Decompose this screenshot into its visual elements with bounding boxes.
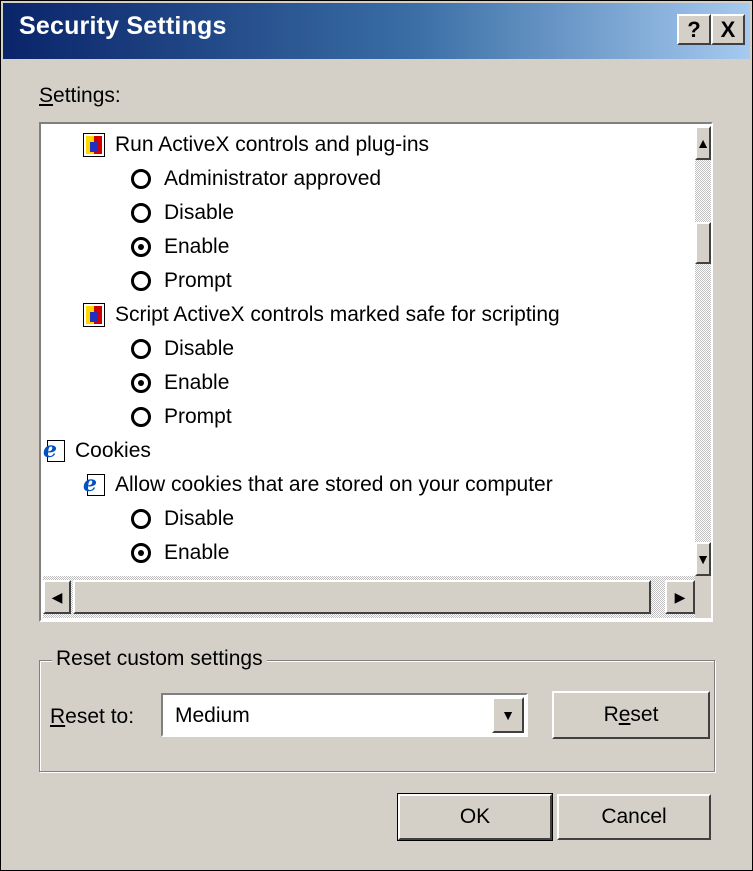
radio-option[interactable]: Disable xyxy=(131,196,234,230)
settings-tree-viewport: Run ActiveX controls and plug-ins Adminis… xyxy=(43,126,695,576)
horizontal-scrollbar[interactable]: ◀ ▶ xyxy=(43,576,695,618)
arrow-right-icon: ▶ xyxy=(674,588,686,605)
settings-label-rest: ettings: xyxy=(53,84,121,107)
radio-checked-icon[interactable] xyxy=(131,237,151,257)
scroll-down-button[interactable]: ▼ xyxy=(695,542,711,576)
radio-unchecked-icon[interactable] xyxy=(131,203,151,223)
settings-tree[interactable]: Run ActiveX controls and plug-ins Adminis… xyxy=(39,122,713,622)
radio-option[interactable]: Enable xyxy=(131,536,229,570)
tree-item-label: Disable xyxy=(164,201,235,224)
arrow-left-icon: ◀ xyxy=(51,588,63,605)
title-bar[interactable]: Security Settings ? X xyxy=(3,3,750,59)
ok-button[interactable]: OK xyxy=(397,793,553,841)
radio-option[interactable]: Administrator approved xyxy=(131,162,381,196)
radio-option[interactable]: Enable xyxy=(131,366,229,400)
reset-button-first: R xyxy=(603,703,619,726)
radio-unchecked-icon[interactable] xyxy=(131,339,151,359)
tree-item-label: Prompt xyxy=(164,405,232,428)
reset-to-label-accel: R xyxy=(50,705,66,728)
activex-cube-icon xyxy=(83,133,105,157)
scroll-up-button[interactable]: ▲ xyxy=(695,126,711,160)
reset-button[interactable]: Reset xyxy=(552,691,710,739)
tree-item-label: Prompt xyxy=(164,269,232,292)
ie-logo-glyph: e xyxy=(43,437,57,463)
activex-cube-icon xyxy=(83,303,105,327)
vertical-scrollbar[interactable]: ▲ ▼ xyxy=(695,126,711,576)
radio-unchecked-icon[interactable] xyxy=(131,271,151,291)
dropdown-arrow-button[interactable]: ▼ xyxy=(492,697,524,733)
scrollbar-corner xyxy=(695,576,711,618)
scroll-left-button[interactable]: ◀ xyxy=(43,580,71,614)
arrow-down-icon: ▼ xyxy=(696,551,710,567)
close-icon: X xyxy=(720,17,736,42)
tree-item-label: Cookies xyxy=(75,439,151,462)
cancel-button[interactable]: Cancel xyxy=(557,794,711,840)
ie-logo-glyph: e xyxy=(83,471,97,497)
window-title: Security Settings xyxy=(19,12,227,40)
tree-item-label: Enable xyxy=(164,235,230,258)
tree-item-label: Run ActiveX controls and plug-ins xyxy=(115,133,430,156)
vertical-scroll-thumb[interactable] xyxy=(695,222,711,264)
tree-item-label: Disable xyxy=(164,337,235,360)
reset-button-accel: e xyxy=(618,703,631,726)
radio-option[interactable]: Enable xyxy=(131,230,229,264)
arrow-up-icon: ▲ xyxy=(696,135,710,151)
reset-group-title: Reset custom settings xyxy=(52,647,267,671)
tree-item-label: Enable xyxy=(164,371,230,394)
tree-category: e Allow cookies that are stored on your c… xyxy=(83,468,553,502)
reset-to-value: Medium xyxy=(175,704,250,727)
radio-option[interactable]: Disable xyxy=(131,332,234,366)
radio-checked-icon[interactable] xyxy=(131,373,151,393)
ie-page-icon: e xyxy=(43,438,67,464)
reset-to-label: Reset to: xyxy=(50,705,134,729)
tree-item-label: Enable xyxy=(164,541,230,564)
settings-label-accel: S xyxy=(39,84,54,107)
cube-face xyxy=(90,312,98,322)
tree-section: e Cookies xyxy=(43,434,151,468)
help-icon: ? xyxy=(687,17,701,42)
tree-category: Run ActiveX controls and plug-ins xyxy=(83,128,429,162)
tree-category: Script ActiveX controls marked safe for … xyxy=(83,298,560,332)
ie-page-icon: e xyxy=(83,472,107,498)
reset-to-dropdown[interactable]: Medium ▼ xyxy=(161,693,528,737)
radio-unchecked-icon[interactable] xyxy=(131,169,151,189)
radio-option[interactable]: Prompt xyxy=(131,264,232,298)
tree-item-label: Disable xyxy=(164,507,235,530)
radio-unchecked-icon[interactable] xyxy=(131,407,151,427)
close-button[interactable]: X xyxy=(711,14,745,45)
settings-label: Settings: xyxy=(39,84,121,108)
radio-checked-icon[interactable] xyxy=(131,543,151,563)
reset-button-rest: set xyxy=(630,703,659,726)
tree-item-label: Allow cookies that are stored on your co… xyxy=(115,473,553,496)
radio-unchecked-icon[interactable] xyxy=(131,509,151,529)
radio-option[interactable]: Disable xyxy=(131,502,234,536)
chevron-down-icon: ▼ xyxy=(501,707,515,723)
cube-face xyxy=(90,142,98,152)
tree-item-label: Administrator approved xyxy=(164,167,382,190)
horizontal-scroll-thumb[interactable] xyxy=(73,580,651,614)
tree-item-label: Script ActiveX controls marked safe for … xyxy=(115,303,560,326)
security-settings-dialog: Security Settings ? X Settings: Run Acti… xyxy=(0,0,753,871)
scroll-right-button[interactable]: ▶ xyxy=(665,580,695,614)
help-button[interactable]: ? xyxy=(677,14,711,45)
reset-to-label-rest: eset to: xyxy=(65,705,135,728)
radio-option[interactable]: Prompt xyxy=(131,400,232,434)
